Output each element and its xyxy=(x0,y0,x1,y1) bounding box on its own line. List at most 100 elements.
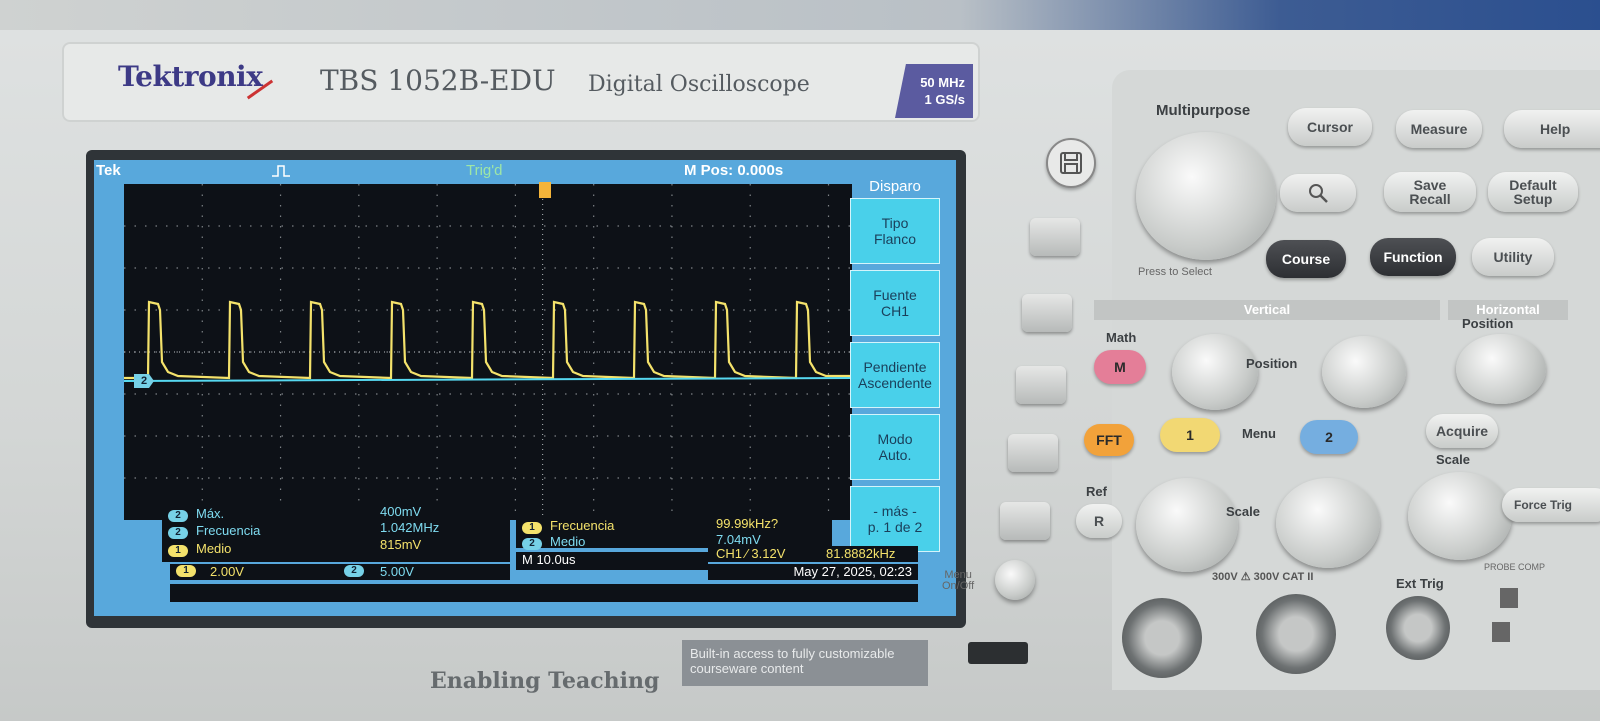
option-button-3[interactable] xyxy=(1016,366,1066,404)
menu-item-value: CH1 xyxy=(880,303,909,319)
menu-item-mode[interactable]: Modo Auto. xyxy=(850,414,940,480)
menu-item-value: Auto. xyxy=(878,447,912,463)
model-description: Digital Oscilloscope xyxy=(588,72,810,97)
measurement-label: Medio xyxy=(196,541,232,556)
measure-button[interactable]: Measure xyxy=(1396,110,1482,148)
display-screen: Tek Trig'd M Pos: 0.000s 2 Disparo Tipo … xyxy=(94,160,956,616)
measurement-value: 99.99kHz? xyxy=(716,516,779,531)
save-recall-button[interactable]: Save Recall xyxy=(1384,172,1476,212)
ref-label: Ref xyxy=(1086,484,1107,499)
force-trig-button[interactable]: Force Trig xyxy=(1502,488,1600,522)
background-strip xyxy=(0,0,1600,30)
option-button-5[interactable] xyxy=(1000,502,1050,540)
fft-button[interactable]: FFT xyxy=(1084,424,1134,456)
measurement-label: Frecuencia xyxy=(196,523,261,538)
position-label: Position xyxy=(1246,356,1298,371)
probe-comp-ground[interactable] xyxy=(1492,622,1510,642)
measurement-value: 1.042MHz xyxy=(380,520,440,535)
acquire-button[interactable]: Acquire xyxy=(1426,414,1498,448)
measurement-label: Frecuencia xyxy=(550,518,615,533)
help-button[interactable]: Help xyxy=(1504,110,1600,148)
save-recall-label-1: Save xyxy=(1413,177,1447,193)
trigger-state: Trig'd xyxy=(466,162,503,179)
channel-badge: 1 xyxy=(176,565,196,577)
usb-port[interactable] xyxy=(968,642,1028,664)
zoom-button[interactable] xyxy=(1280,174,1356,212)
utility-button[interactable]: Utility xyxy=(1472,238,1554,276)
option-button-2[interactable] xyxy=(1022,294,1072,332)
math-button[interactable]: M xyxy=(1094,350,1146,384)
ch1-bnc-connector[interactable] xyxy=(1122,598,1202,678)
menu-item-label: Tipo xyxy=(881,215,909,231)
status-bar: Tek Trig'd M Pos: 0.000s xyxy=(94,160,850,184)
channel-badge: 2 xyxy=(168,527,188,539)
model-name: TBS 1052B-EDU xyxy=(320,64,556,97)
cat-rating-label: 300V ⚠ 300V CAT II xyxy=(1212,571,1314,583)
spec-badge: 50 MHz 1 GS/s xyxy=(895,64,973,118)
menu-item-type[interactable]: Tipo Flanco xyxy=(850,198,940,264)
horizontal-position-knob[interactable] xyxy=(1456,334,1546,404)
menu-item-label: Fuente xyxy=(873,287,917,303)
menu-item-label: - más - xyxy=(873,503,917,519)
measurement-value: 7.04mV xyxy=(716,532,761,547)
floppy-disk-icon xyxy=(1060,152,1082,174)
channel-badge: 2 xyxy=(522,538,542,550)
courseware-line1: Built-in access to fully customizable xyxy=(690,646,895,661)
ref-button[interactable]: R xyxy=(1076,504,1122,538)
ch2-waveform xyxy=(124,377,852,382)
function-button[interactable]: Function xyxy=(1370,238,1456,276)
math-label: Math xyxy=(1106,330,1137,345)
cursor-button[interactable]: Cursor xyxy=(1288,108,1372,146)
option-button-1[interactable] xyxy=(1030,218,1080,256)
multipurpose-knob[interactable] xyxy=(1136,132,1276,260)
trigger-mode-icon xyxy=(272,165,290,177)
courseware-banner: Built-in access to fully customizable co… xyxy=(682,640,928,686)
horizontal-scale-knob[interactable] xyxy=(1408,472,1512,560)
menu-item-value: p. 1 de 2 xyxy=(867,519,923,535)
ext-trig-bnc-connector[interactable] xyxy=(1386,596,1450,660)
side-menu-title: Disparo xyxy=(869,178,921,195)
probe-comp-terminal[interactable] xyxy=(1500,588,1518,608)
message-bar xyxy=(170,584,918,602)
enabling-teaching-label: Enabling Teaching xyxy=(430,668,660,694)
ch2-menu-button[interactable]: 2 xyxy=(1300,420,1358,454)
measurement-row: 2 Máx. xyxy=(168,506,224,522)
save-recall-label-2: Recall xyxy=(1409,191,1451,207)
menu-item-source[interactable]: Fuente CH1 xyxy=(850,270,940,336)
ch2-position-knob[interactable] xyxy=(1322,336,1406,408)
menu-item-slope[interactable]: Pendiente Ascendente xyxy=(850,342,940,408)
timebase-readout: M 10.0us xyxy=(516,552,708,570)
vertical-section-header: Vertical xyxy=(1094,300,1440,320)
ch1-scale-knob[interactable] xyxy=(1136,478,1238,572)
tek-logo: Tek xyxy=(96,162,121,179)
menu-onoff-button[interactable] xyxy=(995,560,1035,600)
ch1-menu-button[interactable]: 1 xyxy=(1160,418,1220,452)
bandwidth-label: 50 MHz xyxy=(920,75,965,90)
scale-label: Scale xyxy=(1226,504,1260,519)
channel-badge: 1 xyxy=(522,522,542,534)
brand-logo: Tektronix xyxy=(118,60,263,93)
option-button-4[interactable] xyxy=(1008,434,1058,472)
ch2-scale-knob[interactable] xyxy=(1276,478,1380,568)
measurement-panel-right: 1 Frecuencia 99.99kHz? 2 Medio 7.04mV xyxy=(516,516,832,550)
trigger-readout: CH1 ⁄ 3.12V 81.8882kHz xyxy=(708,546,918,562)
measurement-row: 2 Medio xyxy=(522,534,585,550)
date-time: May 27, 2025, 02:23 xyxy=(708,564,918,580)
trigger-position-marker xyxy=(539,182,551,198)
default-setup-label-1: Default xyxy=(1509,177,1557,193)
measurement-label: Máx. xyxy=(196,506,225,521)
measurement-label: Medio xyxy=(550,534,586,549)
menu-onoff-line2: On/Off xyxy=(942,580,975,592)
ch2-scale: 5.00V xyxy=(380,564,414,579)
default-setup-button[interactable]: Default Setup xyxy=(1488,172,1578,212)
ext-trig-label: Ext Trig xyxy=(1396,576,1444,591)
menu-onoff-label: Menu On/Off xyxy=(942,570,974,592)
horizontal-position-label: Position xyxy=(1462,316,1514,331)
menu-item-value: Ascendente xyxy=(858,375,932,391)
ch2-bnc-connector[interactable] xyxy=(1256,594,1336,674)
channel-badge: 2 xyxy=(168,510,188,522)
course-button[interactable]: Course xyxy=(1266,240,1346,278)
save-button[interactable] xyxy=(1046,138,1096,188)
menu-item-more[interactable]: - más - p. 1 de 2 xyxy=(850,486,940,552)
ch1-position-knob[interactable] xyxy=(1172,334,1258,410)
